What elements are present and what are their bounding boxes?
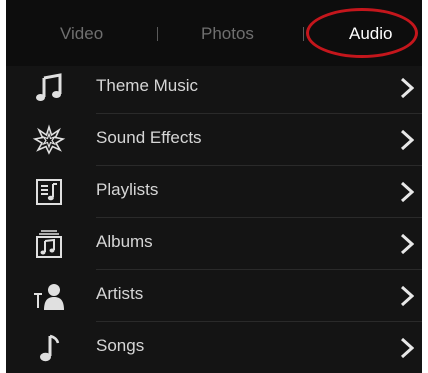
artist-icon: [32, 280, 66, 312]
list-item-label: Theme Music: [96, 76, 199, 95]
list-item-playlists[interactable]: Playlists: [6, 166, 422, 218]
playlist-icon: [32, 176, 66, 208]
tab-photos[interactable]: Photos: [201, 20, 254, 48]
list-item-albums[interactable]: Albums: [6, 218, 422, 270]
list-item-label: Sound Effects: [96, 128, 202, 147]
list-item-label: Albums: [96, 232, 153, 251]
list-item-songs[interactable]: Songs: [6, 322, 422, 373]
chevron-right-icon: [400, 77, 414, 99]
tab-video[interactable]: Video: [60, 20, 103, 48]
list-item-artists[interactable]: Artists: [6, 270, 422, 322]
starburst-icon: [32, 124, 66, 156]
chevron-right-icon: [400, 337, 414, 359]
audio-library-screen: Video Photos Audio Theme Music Sound Eff…: [6, 0, 422, 373]
chevron-right-icon: [400, 285, 414, 307]
chevron-right-icon: [400, 233, 414, 255]
list-item-label: Playlists: [96, 180, 159, 199]
tab-audio[interactable]: Audio: [349, 20, 392, 48]
list-item-theme-music[interactable]: Theme Music: [6, 62, 422, 114]
music-note-icon: [32, 72, 66, 104]
album-icon: [32, 228, 66, 260]
single-note-icon: [32, 332, 66, 364]
list-item-sound-effects[interactable]: Sound Effects: [6, 114, 422, 166]
list-item-label: Songs: [96, 336, 145, 355]
chevron-right-icon: [400, 129, 414, 151]
media-tab-bar: Video Photos Audio: [6, 0, 422, 66]
list-item-label: Artists: [96, 284, 144, 303]
chevron-right-icon: [400, 181, 414, 203]
tab-separator: [157, 27, 158, 41]
tab-separator: [303, 27, 304, 41]
